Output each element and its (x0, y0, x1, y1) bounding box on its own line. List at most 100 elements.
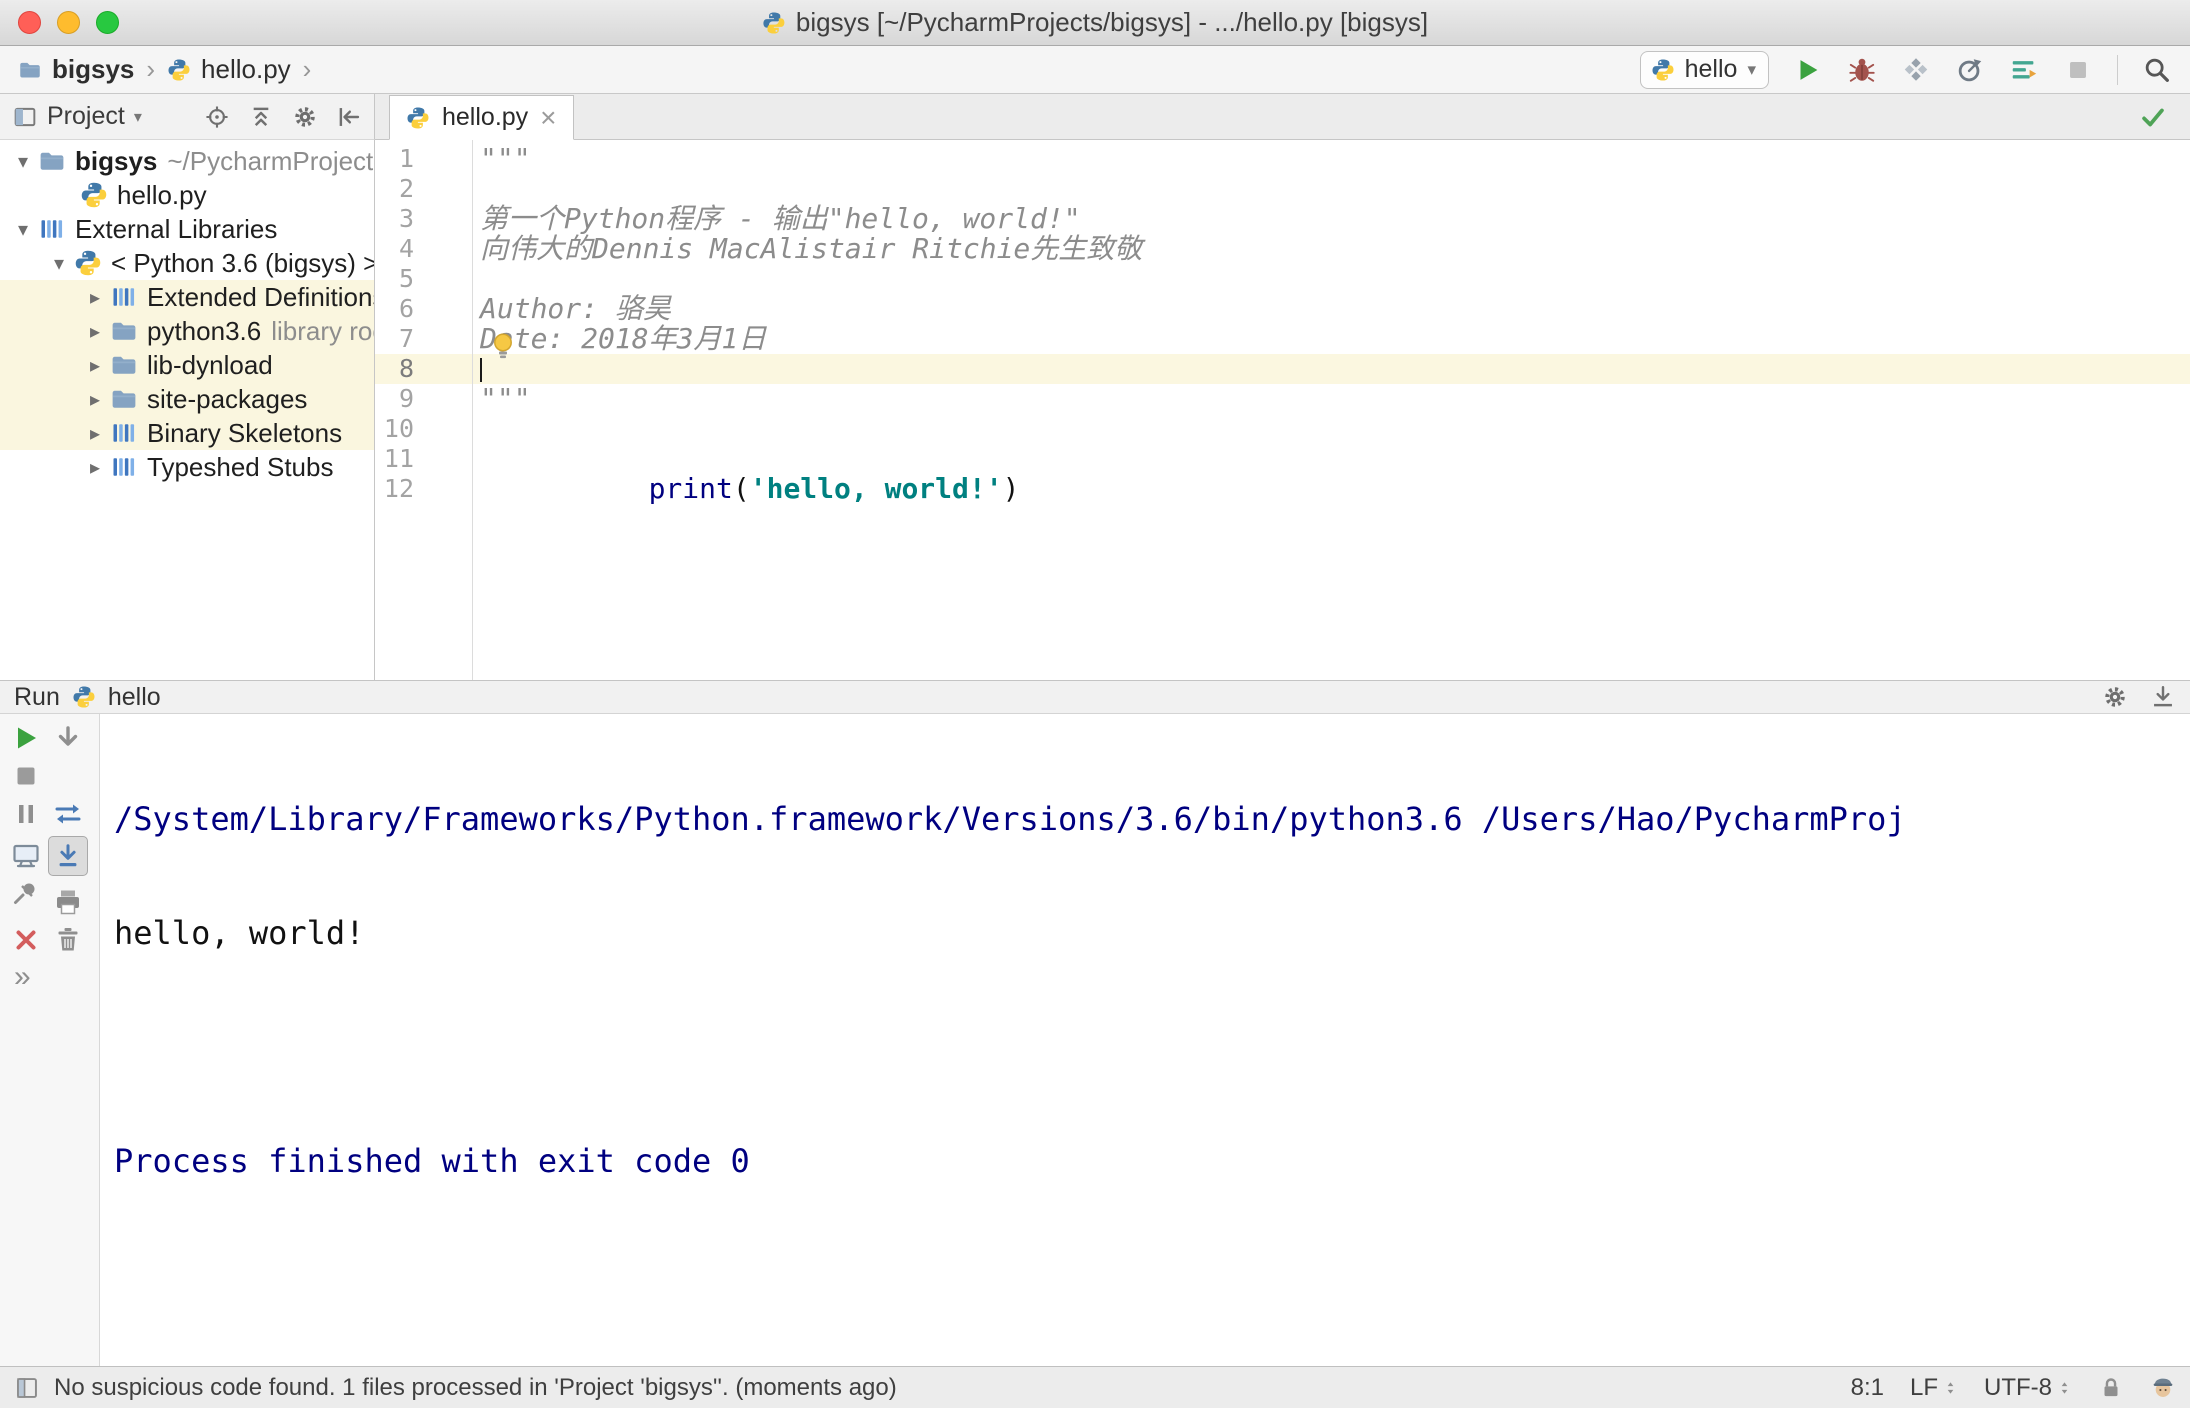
locate-file-button[interactable] (204, 104, 230, 130)
library-icon (41, 220, 63, 238)
tree-item-binary-skeletons[interactable]: ▸ Binary Skeletons (0, 416, 374, 450)
project-view-selector[interactable]: Project (47, 102, 125, 131)
run-console-button[interactable] (2009, 55, 2039, 85)
tree-item-python-3-6[interactable]: ▾ < Python 3.6 (bigsys) > /System (0, 246, 374, 280)
editor-line[interactable]: 10 (375, 414, 2190, 444)
run-toolwindow-header[interactable]: Run hello (0, 680, 2190, 714)
python-icon (1652, 59, 1674, 80)
traffic-lights (18, 11, 119, 34)
editor-line[interactable]: 6 Author: 骆昊 (375, 294, 2190, 324)
breadcrumb-project[interactable]: bigsys (52, 54, 134, 85)
run-console-output[interactable]: /System/Library/Frameworks/Python.framew… (100, 714, 2190, 1366)
rerun-button[interactable] (10, 722, 42, 754)
tree-item-extended-definitions[interactable]: ▸ Extended Definitions (0, 280, 374, 314)
chevron-right-icon[interactable]: ▸ (80, 421, 110, 446)
inspection-ok-icon[interactable] (2138, 102, 2168, 132)
editor-line-current[interactable]: 8 (375, 354, 2190, 384)
restore-layout-button[interactable] (52, 798, 84, 830)
editor-line[interactable]: 11 print('hello, world!') (375, 444, 2190, 504)
window-title: bigsys [~/PycharmProjects/bigsys] - .../… (795, 7, 1429, 37)
tree-item-label: < Python 3.6 (bigsys) > (111, 247, 374, 278)
close-console-button[interactable] (10, 924, 42, 956)
python-file-icon (763, 12, 785, 33)
tree-item-hello-py[interactable]: hello.py (0, 178, 374, 212)
hide-panel-button[interactable] (336, 104, 362, 130)
chevron-down-icon[interactable]: ▾ (44, 251, 74, 276)
tree-item-label: bigsys (75, 145, 158, 176)
chevron-right-icon[interactable]: ▸ (80, 285, 110, 310)
chevron-right-icon[interactable]: ▸ (80, 319, 110, 344)
code-text: Date: 2018年3月1日 (480, 322, 767, 355)
tree-item-label: python3.6 (147, 315, 262, 346)
inspections-profile-icon[interactable] (2150, 1375, 2176, 1401)
titlebar: bigsys [~/PycharmProjects/bigsys] - .../… (0, 0, 2190, 46)
text-caret (480, 358, 482, 382)
pause-output-button[interactable] (10, 798, 42, 830)
chevron-down-icon: ▾ (1747, 59, 1756, 79)
caret-position-indicator[interactable]: 8:1 (1851, 1374, 1884, 1402)
chevron-right-icon[interactable]: ▸ (80, 387, 110, 412)
line-separator-indicator[interactable]: LF (1910, 1374, 1958, 1402)
debug-button[interactable] (1847, 55, 1877, 85)
line-separator-label: LF (1909, 1373, 1938, 1401)
library-icon (113, 424, 135, 442)
status-bar: No suspicious code found. 1 files proces… (0, 1366, 2190, 1408)
tree-item-python3-6-root[interactable]: ▸ python3.6 library root (0, 314, 374, 348)
print-console-button[interactable] (52, 886, 84, 918)
chevron-right-icon: › (302, 54, 312, 84)
console-line: Process finished with exit code 0 (114, 1142, 750, 1180)
tree-item-typeshed-stubs[interactable]: ▸ Typeshed Stubs (0, 450, 374, 484)
editor-line[interactable]: 5 (375, 264, 2190, 294)
minimize-button[interactable] (57, 11, 80, 34)
tree-item-bigsys[interactable]: ▾ bigsys ~/PycharmProjects/bigsys (0, 144, 374, 178)
hide-toolwindow-button[interactable] (2150, 684, 2176, 710)
project-panel-header: Project ▾ (0, 94, 375, 140)
editor-line[interactable]: 9 """ (375, 384, 2190, 414)
encoding-indicator[interactable]: UTF-8 (1984, 1374, 2072, 1402)
editor-tab-hello-py[interactable]: hello.py × (389, 95, 574, 140)
main-area: ▾ bigsys ~/PycharmProjects/bigsys hello.… (0, 140, 2190, 680)
run-tab-label[interactable]: hello (108, 683, 161, 712)
chevron-down-icon[interactable]: ▾ (8, 217, 38, 242)
chevron-down-icon[interactable]: ▾ (8, 149, 38, 174)
editor-line[interactable]: 1 """ (375, 144, 2190, 174)
show-console-button[interactable] (10, 840, 42, 872)
close-button[interactable] (18, 11, 41, 34)
run-button[interactable] (1793, 55, 1823, 85)
library-icon (113, 288, 135, 306)
scroll-to-end-button[interactable] (48, 836, 88, 876)
run-settings-gear-button[interactable] (2102, 684, 2128, 710)
intention-bulb-icon[interactable] (487, 330, 519, 362)
tree-item-label: Typeshed Stubs (147, 451, 334, 482)
readonly-lock-icon[interactable] (2098, 1375, 2124, 1401)
collapse-all-button[interactable] (248, 104, 274, 130)
coverage-button[interactable] (1901, 55, 1931, 85)
project-tree: ▾ bigsys ~/PycharmProjects/bigsys hello.… (0, 140, 374, 484)
zoom-button[interactable] (96, 11, 119, 34)
more-actions-button[interactable]: » (14, 960, 31, 994)
breadcrumb-file[interactable]: hello.py (201, 54, 291, 85)
chevron-right-icon[interactable]: ▸ (80, 353, 110, 378)
tree-item-external-libraries[interactable]: ▾ External Libraries (0, 212, 374, 246)
navigate-down-button[interactable] (52, 722, 84, 754)
editor-line[interactable]: 7 Date: 2018年3月1日 (375, 324, 2190, 354)
chevron-right-icon[interactable]: ▸ (80, 455, 110, 480)
toolwindow-switcher-button[interactable] (14, 1375, 40, 1401)
run-config-selector[interactable]: hello ▾ (1639, 50, 1769, 89)
profiler-button[interactable] (1955, 55, 1985, 85)
code-editor[interactable]: 1 """ 2 3 第一个Python程序 - 输出"hello, world!… (375, 140, 2190, 680)
editor-line[interactable]: 2 (375, 174, 2190, 204)
settings-gear-button[interactable] (292, 104, 318, 130)
search-everywhere-button[interactable] (2142, 55, 2172, 85)
clear-console-button[interactable] (52, 924, 84, 956)
code-text: """ (480, 382, 531, 415)
close-tab-icon[interactable]: × (540, 103, 556, 132)
tree-item-hint: library root (271, 315, 374, 346)
editor-line[interactable]: 4 向伟大的Dennis MacAlistair Ritchie先生致敬 (375, 234, 2190, 264)
editor-line[interactable]: 12 (375, 474, 2190, 504)
tree-item-site-packages[interactable]: ▸ site-packages (0, 382, 374, 416)
pin-tab-button[interactable] (10, 878, 42, 910)
line-number: 3 (398, 204, 414, 233)
editor-line[interactable]: 3 第一个Python程序 - 输出"hello, world!" (375, 204, 2190, 234)
tree-item-lib-dynload[interactable]: ▸ lib-dynload (0, 348, 374, 382)
